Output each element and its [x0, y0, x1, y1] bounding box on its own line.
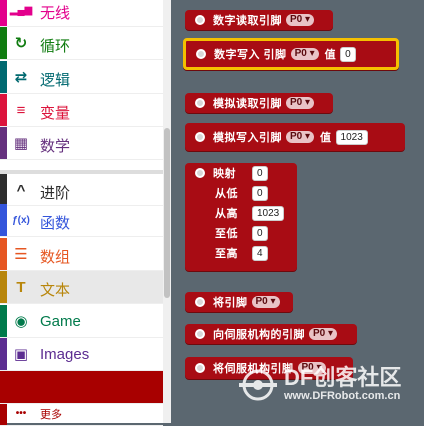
- block-label: 向伺服机构的引脚: [213, 329, 305, 341]
- map-title: 映射: [213, 168, 236, 180]
- category-color-bar: [0, 94, 7, 126]
- from-high-label: 从高: [215, 208, 238, 220]
- text-T-icon: T: [16, 278, 26, 296]
- pin-block-icon: [195, 329, 205, 339]
- shuffle-icon: ⇄: [14, 69, 28, 86]
- from-high-input[interactable]: 1023: [252, 205, 285, 221]
- sidebar-item-变量[interactable]: ≡ 变量: [0, 94, 163, 127]
- sidebar-item-进阶[interactable]: ^ 进阶: [0, 170, 163, 206]
- calculator-icon: ▦: [13, 135, 29, 152]
- sidebar-item-images[interactable]: ▣ Images: [0, 338, 163, 371]
- gamepad-icon: ◉: [14, 313, 28, 330]
- to-high-label: 至高: [215, 248, 238, 260]
- pin-block-icon: [195, 15, 205, 25]
- sidebar-item-label: Images: [40, 346, 90, 363]
- pin-dropdown[interactable]: P0 ▾: [309, 328, 338, 340]
- block-label: 模拟写入引脚: [213, 132, 282, 144]
- pin-block-icon: [195, 297, 205, 307]
- from-low-label: 从低: [215, 188, 238, 200]
- category-color-bar: [0, 174, 7, 205]
- analog-write-block[interactable]: 模拟写入引脚 P0 ▾ 值 1023: [185, 123, 405, 151]
- value-input[interactable]: 0: [340, 46, 356, 62]
- sidebar-item-label: 进阶: [40, 185, 71, 202]
- sidebar-item-label: 循环: [40, 38, 71, 55]
- to-high-input[interactable]: 4: [252, 245, 268, 261]
- sidebar-item-label: 更多: [40, 409, 62, 421]
- value-label: 值: [320, 132, 332, 144]
- block-label: 模拟读取引脚: [213, 98, 282, 110]
- digital-read-block[interactable]: 数字读取引脚 P0 ▾: [185, 10, 333, 30]
- analog-read-block[interactable]: 模拟读取引脚 P0 ▾: [185, 93, 333, 113]
- category-color-bar: [0, 338, 7, 370]
- function-icon: ƒ(x): [12, 214, 30, 226]
- category-color-bar: [0, 371, 7, 403]
- signal-bars-icon: ▂▄▆: [9, 4, 33, 16]
- block-label: 数字读取引脚: [213, 15, 282, 27]
- category-color-bar: [0, 0, 7, 26]
- category-color-bar: [0, 305, 7, 337]
- sidebar-item-函数[interactable]: ƒ(x) 函数: [0, 204, 163, 237]
- sidebar-item-pins[interactable]: ◎ Pins: [0, 371, 163, 404]
- category-color-bar: [0, 27, 7, 59]
- pin-dropdown[interactable]: P0 ▾: [251, 296, 280, 308]
- sidebar-item-label: 文本: [40, 282, 71, 299]
- toolbox-sidebar: ▂▄▆ 无线 ↻ 循环 ⇄ 逻辑 ≡ 变量 ▦ 数学 ^ 进阶 ƒ(x) 函数 ☰ 数组 T 文本 ◉ Game ▣ Im…: [0, 0, 163, 426]
- pin-block-icon: [195, 98, 205, 108]
- value-label: 值: [324, 49, 337, 61]
- sidebar-item-label: 变量: [40, 105, 71, 122]
- category-color-bar: [0, 61, 7, 93]
- category-color-bar: [0, 204, 7, 236]
- sidebar-item-label: 逻辑: [40, 72, 71, 89]
- toolbox-scrollbar-thumb[interactable]: [164, 128, 170, 298]
- sidebar-item-label: Game: [40, 313, 81, 330]
- block-label: 将引脚: [213, 297, 248, 309]
- sidebar-item-数学[interactable]: ▦ 数学: [0, 127, 163, 160]
- sidebar-item-无线[interactable]: ▂▄▆ 无线: [0, 0, 163, 27]
- pin-dropdown[interactable]: P0 ▾: [290, 48, 319, 60]
- pin-dropdown[interactable]: P0 ▾: [286, 131, 315, 143]
- sidebar-item-逻辑[interactable]: ⇄ 逻辑: [0, 61, 163, 94]
- category-color-bar: [0, 238, 7, 270]
- to-low-input[interactable]: 0: [252, 225, 268, 241]
- pin-dropdown[interactable]: P0 ▾: [286, 97, 315, 109]
- sidebar-item-label: 无线: [40, 5, 71, 22]
- sidebar-item-label: Pins: [40, 379, 70, 396]
- sidebar-item-循环[interactable]: ↻ 循环: [0, 27, 163, 60]
- block-label: 数字写入 引脚: [214, 49, 287, 61]
- pin-block-icon: [195, 168, 205, 178]
- pin-block-icon: [196, 49, 206, 59]
- sidebar-item-label: 数组: [40, 249, 71, 266]
- watermark-brand: DF创客社区: [284, 365, 402, 390]
- to-low-label: 至低: [215, 228, 238, 240]
- category-color-bar: [0, 127, 7, 159]
- chevron-up-icon: ^: [16, 181, 26, 199]
- pin-block-icon: [195, 132, 205, 142]
- digital-write-block[interactable]: 数字写入 引脚 P0 ▾ 值 0: [183, 38, 399, 70]
- sidebar-item-label: 函数: [40, 215, 71, 232]
- value-input[interactable]: 1023: [335, 129, 368, 145]
- from-low-input[interactable]: 0: [252, 185, 268, 201]
- dfrobot-logo-icon: [239, 369, 277, 400]
- image-icon: ▣: [13, 346, 29, 363]
- pin-target-icon: ◎: [14, 379, 28, 396]
- set-pin-block[interactable]: 将引脚 P0 ▾: [185, 292, 293, 312]
- dfrobot-watermark: DF创客社区 www.DFRobot.com.cn: [236, 366, 401, 403]
- category-color-bar: [0, 404, 7, 425]
- category-color-bar: [0, 271, 7, 303]
- list-lines-icon: ≡: [16, 101, 26, 119]
- pin-block-icon: [195, 363, 205, 373]
- map-block[interactable]: 映射 0 从低 0 从高 1023 至低 0 至高 4: [185, 163, 297, 271]
- sidebar-item-label: 数学: [40, 138, 71, 155]
- sidebar-item-文本[interactable]: T 文本: [0, 271, 163, 304]
- watermark-url: www.DFRobot.com.cn: [284, 390, 401, 402]
- sidebar-item-game[interactable]: ◉ Game: [0, 305, 163, 338]
- array-list-icon: ☰: [14, 246, 28, 263]
- servo-pin-block[interactable]: 向伺服机构的引脚 P0 ▾: [185, 324, 357, 344]
- refresh-icon: ↻: [14, 35, 28, 52]
- sidebar-item-数组[interactable]: ☰ 数组: [0, 238, 163, 271]
- blocks-flyout: 数字读取引脚 P0 ▾ 数字写入 引脚 P0 ▾ 值 0 模拟读取引脚 P0 ▾…: [171, 0, 424, 423]
- map-value-input[interactable]: 0: [252, 165, 268, 181]
- pin-dropdown[interactable]: P0 ▾: [286, 14, 315, 26]
- dots-icon: •••: [15, 407, 27, 419]
